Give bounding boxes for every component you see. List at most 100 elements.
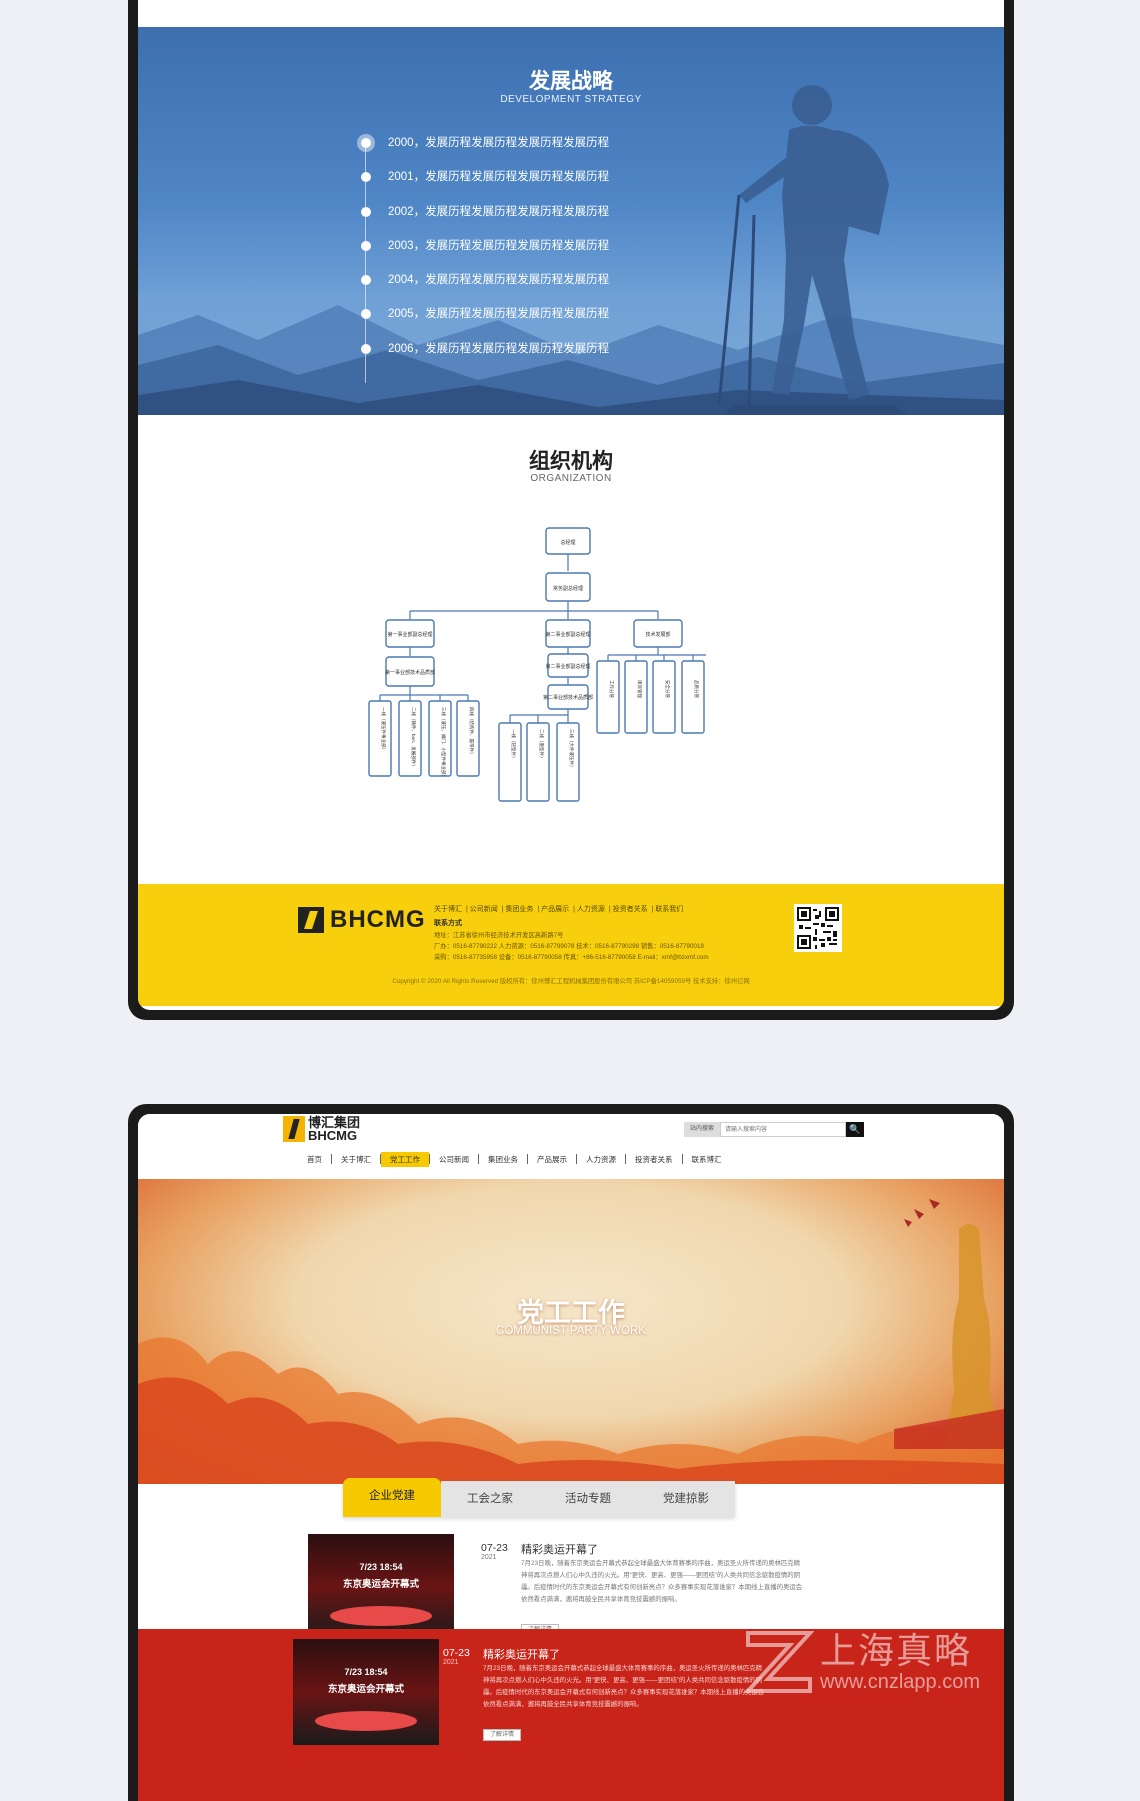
timeline-item-text: 2005，发展历程发展历程发展历程发展历程 [388, 308, 610, 321]
qr-code-icon [797, 907, 839, 949]
nav-item-about[interactable]: 关于博汇 [332, 1152, 380, 1167]
news-thumbnail[interactable]: 7/23 18:54 东京奥运会开幕式 [293, 1639, 439, 1745]
footer-copyright: Copyright © 2020 All Rights Reserved 版权所… [392, 978, 750, 985]
timeline-item-text: 2006，发展历程发展历程发展历程发展历程 [388, 342, 610, 355]
footer-nav-link[interactable]: 集团业务 [505, 906, 533, 913]
org-subtitle: ORGANIZATION [530, 473, 612, 484]
nav-item-news[interactable]: 公司新闻 [430, 1152, 478, 1167]
org-leaf: 一线（轻型件） [510, 729, 517, 761]
search-input[interactable] [720, 1122, 847, 1137]
logo-mark-icon [298, 907, 324, 933]
thumb-time: 7/23 18:54 [344, 1667, 388, 1677]
news-year: 2021 [481, 1554, 497, 1561]
footer-nav-link[interactable]: 人力资源 [577, 906, 605, 913]
timeline-dot [361, 343, 371, 354]
org-title: 组织机构 [529, 450, 613, 473]
timeline-item[interactable]: 2000，发展历程发展历程发展历程发展历程 [360, 137, 660, 171]
qr-code [794, 904, 842, 952]
footer-nav-link[interactable]: 联系我们 [655, 906, 683, 913]
hiker-silhouette [717, 85, 909, 415]
screen-bottom: 博汇集团 BHCMG 站内搜索 🔍 首页 关于博汇 党工工作 公司新闻 集团业务… [138, 1114, 1004, 1801]
thumb-caption: 东京奥运会开幕式 [342, 1579, 419, 1590]
footer-brand: BHCMG [330, 906, 426, 933]
timeline: 2000，发展历程发展历程发展历程发展历程 2001，发展历程发展历程发展历程发… [360, 137, 660, 383]
news-thumbnail[interactable]: 7/23 18:54 东京奥运会开幕式 [308, 1534, 454, 1640]
search-label: 站内搜索 [684, 1122, 721, 1137]
main-nav: 首页 关于博汇 党工工作 公司新闻 集团业务 产品展示 人力资源 投资者关系 联… [298, 1152, 731, 1167]
thumb-caption: 东京奥运会开幕式 [327, 1684, 404, 1695]
strategy-title: 发展战略 [529, 70, 613, 93]
org-leaf: 工作分管 [608, 680, 615, 698]
org-node-level2: 常务副总经理 [553, 585, 583, 592]
timeline-dot [361, 206, 371, 217]
nav-item-hr[interactable]: 人力资源 [577, 1152, 625, 1167]
footer-contact-title: 联系方式 [434, 920, 462, 927]
org-leaf: 品质分管 [693, 680, 700, 698]
org-node-root: 总经理 [560, 539, 575, 546]
timeline-item[interactable]: 2006，发展历程发展历程发展历程发展历程 [360, 343, 660, 377]
footer-nav-link[interactable]: 产品展示 [541, 906, 569, 913]
timeline-item-text: 2002，发展历程发展历程发展历程发展历程 [388, 205, 610, 218]
org-chart: 总经理 常务副总经理 第一事业部副总经理 第二事业部副总经理 技术发展部 第一事… [368, 527, 706, 802]
news-item[interactable]: 7/23 18:54 东京奥运会开幕式 07-23 2021 精彩奥运开幕了 7… [138, 1534, 1004, 1640]
news-title[interactable]: 精彩奥运开幕了 [521, 1541, 598, 1557]
thumb-stage [330, 1606, 432, 1626]
org-leaf: 一线（液压件事业部） [380, 707, 387, 752]
footer-nav: 关于博汇 | 公司新闻 | 集团业务 | 产品展示 | 人力资源 | 投资者关系… [434, 906, 684, 913]
news-date: 07-23 [443, 1647, 470, 1659]
nav-item-home[interactable]: 首页 [298, 1152, 331, 1167]
org-leaf: 四线（结构件、履带件） [468, 707, 475, 757]
timeline-dot [361, 240, 371, 251]
screen-top: 发展战略 DEVELOPMENT STRATEGY 2000，发展历程发展历程发… [138, 0, 1004, 1010]
timeline-item[interactable]: 2004，发展历程发展历程发展历程发展历程 [360, 274, 660, 308]
footer-line: 采购：0516-87735958 设备：0516-87790058 传真：+86… [434, 954, 709, 961]
org-leaf: 安全分管 [664, 680, 671, 698]
footer-line: 地址：江苏省徐州市经济技术开发区高新路7号 [434, 932, 564, 939]
news-highlight-band: 上海真略 www.cnzlapp.com 7/23 18:54 东京奥运会开幕式… [138, 1629, 1004, 1801]
news-excerpt: 7月23日晚，随着东京奥运会开幕式恭起全球最盛大体育赛事的序曲，奥运圣火所传递的… [521, 1560, 803, 1603]
org-node-branch-1: 第一事业部副总经理 [387, 631, 432, 638]
tab-party-gallery[interactable]: 党建掠影 [637, 1481, 735, 1517]
nav-item-investors[interactable]: 投资者关系 [626, 1152, 682, 1167]
tab-union-home[interactable]: 工会之家 [441, 1481, 539, 1517]
org-leaf: 二线（铸件、bart、发展部件） [410, 707, 417, 769]
timeline-item[interactable]: 2005，发展历程发展历程发展历程发展历程 [360, 308, 660, 342]
device-frame-bottom: 博汇集团 BHCMG 站内搜索 🔍 首页 关于博汇 党工工作 公司新闻 集团业务… [128, 1104, 1014, 1801]
org-node-b2-sub1: 第二事业部副总经理 [545, 663, 590, 670]
footer-nav-link[interactable]: 投资者关系 [613, 906, 648, 913]
org-leaf: 二线（重型件） [538, 729, 545, 761]
nav-item-party-work[interactable]: 党工工作 [381, 1152, 429, 1167]
site-search: 站内搜索 🔍 [684, 1122, 865, 1137]
timeline-item[interactable]: 2003，发展历程发展历程发展历程发展历程 [360, 240, 660, 274]
strategy-section: 发展战略 DEVELOPMENT STRATEGY 2000，发展历程发展历程发… [138, 27, 1004, 415]
footer: BHCMG 关于博汇 | 公司新闻 | 集团业务 | 产品展示 | 人力资源 |… [138, 884, 1004, 1006]
news-item[interactable]: 7/23 18:54 东京奥运会开幕式 07-23 2021 精彩奥运开幕了 7… [138, 1639, 1004, 1749]
top-strip [138, 0, 1004, 27]
org-node-b2-sub2: 第二事业部技术品质部 [543, 694, 593, 701]
org-node-b1-sub: 第一事业部技术品质部 [385, 669, 435, 676]
footer-nav-link[interactable]: 公司新闻 [470, 906, 498, 913]
nav-item-contact[interactable]: 联系博汇 [683, 1152, 731, 1167]
party-tabs: 企业党建 工会之家 活动专题 党建掠影 [343, 1478, 735, 1517]
search-button[interactable]: 🔍 [846, 1122, 865, 1137]
footer-logo[interactable]: BHCMG [298, 906, 426, 934]
tab-activity-topics[interactable]: 活动专题 [539, 1481, 637, 1517]
timeline-dot [361, 309, 371, 320]
read-more-button[interactable]: 了解详情 [483, 1729, 521, 1741]
news-date: 07-23 [481, 1542, 508, 1554]
org-leaf: 三线（大件液压件） [568, 729, 575, 770]
site-header: 博汇集团 BHCMG 站内搜索 🔍 首页 关于博汇 党工工作 公司新闻 集团业务… [138, 1114, 1004, 1179]
tab-party-building[interactable]: 企业党建 [343, 1478, 441, 1517]
site-logo[interactable]: 博汇集团 BHCMG [283, 1116, 360, 1142]
party-banner: 党工工作 COMMUNIST PARTY WORK [138, 1179, 1004, 1484]
news-year: 2021 [443, 1659, 459, 1666]
news-title[interactable]: 精彩奥运开幕了 [483, 1646, 560, 1662]
timeline-item[interactable]: 2001，发展历程发展历程发展历程发展历程 [360, 171, 660, 205]
footer-nav-link[interactable]: 关于博汇 [434, 906, 462, 913]
nav-item-business[interactable]: 集团业务 [479, 1152, 527, 1167]
timeline-item[interactable]: 2002，发展历程发展历程发展历程发展历程 [360, 206, 660, 240]
nav-item-products[interactable]: 产品展示 [528, 1152, 576, 1167]
party-subtitle: COMMUNIST PARTY WORK [496, 1325, 646, 1337]
org-node-branch-2: 第二事业部副总经理 [545, 631, 590, 638]
org-leaf: 三线（液压、阀门、小型件事业部） [440, 707, 447, 779]
